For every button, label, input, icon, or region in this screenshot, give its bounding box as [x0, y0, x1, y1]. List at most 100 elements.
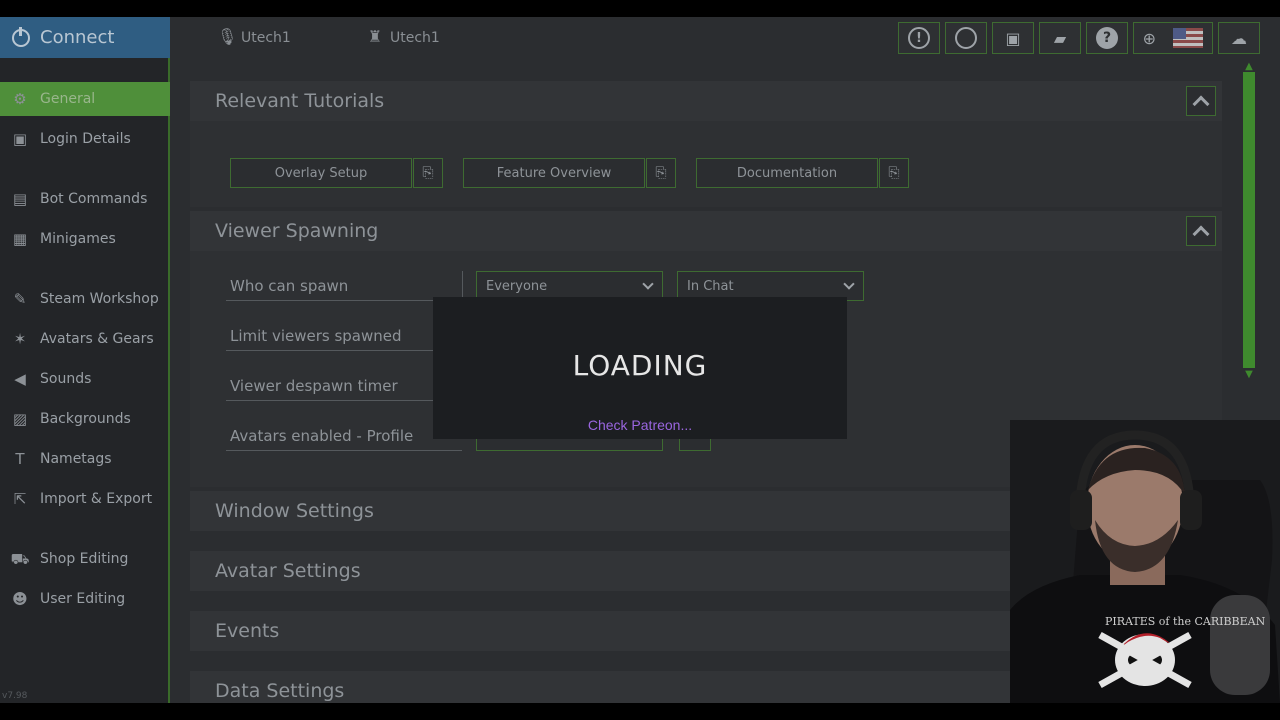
microphone-icon: 🎙 — [217, 27, 238, 46]
flag-icon — [1173, 28, 1204, 48]
folder-icon: ▰ — [1053, 28, 1067, 48]
bot-account[interactable]: ♜ Utech1 — [366, 27, 440, 49]
power-icon — [12, 26, 30, 47]
overlay-setup-button[interactable]: Overlay Setup — [230, 158, 412, 188]
sidebar-item-shop-editing[interactable]: ⛟ Shop Editing — [0, 542, 170, 576]
documentation-button[interactable]: Documentation — [696, 158, 878, 188]
clipboard-icon: ⎘ — [888, 165, 900, 181]
sidebar-item-label: Minigames — [40, 231, 116, 247]
scroll-thumb[interactable] — [1243, 72, 1255, 368]
sidebar-item-nametags[interactable]: T Nametags — [0, 442, 170, 476]
button-label: Overlay Setup — [274, 165, 368, 181]
field-who-can-spawn: Who can spawn — [226, 271, 462, 301]
field-label: Who can spawn — [230, 276, 349, 295]
open-folder-button[interactable]: ▰ — [1039, 22, 1081, 54]
field-label: Viewer despawn timer — [230, 376, 398, 395]
alert-icon: ! — [908, 27, 930, 49]
collapse-button[interactable] — [1186, 216, 1216, 246]
copy-link-button[interactable]: ⎘ — [879, 158, 909, 188]
help-button[interactable]: ? — [1086, 22, 1128, 54]
chevron-up-icon — [1192, 95, 1210, 113]
sidebar-item-label: General — [40, 91, 96, 107]
save-icon: ▣ — [1005, 28, 1021, 48]
help-icon: ? — [1096, 27, 1118, 49]
scroll-up-icon[interactable]: ▲ — [1243, 62, 1255, 72]
select-value: Everyone — [486, 278, 548, 294]
top-bar: 🎙 Utech1 ♜ Utech1 ! ▣ ▰ ? ⊕ ☁ — [172, 17, 1280, 58]
user-icon: ☻ — [12, 590, 28, 608]
svg-text:PIRATES of the CARIBBEAN: PIRATES of the CARIBBEAN — [1105, 615, 1266, 628]
refresh-icon — [955, 27, 977, 49]
sidebar-item-steam-workshop[interactable]: ✎ Steam Workshop — [0, 282, 170, 316]
chevron-up-icon — [1192, 225, 1210, 243]
sidebar-item-label: Import & Export — [40, 491, 153, 507]
sidebar-item-sounds[interactable]: ◀ Sounds — [0, 362, 170, 396]
cloud-button[interactable]: ☁ — [1218, 22, 1260, 54]
section-relevant-tutorials[interactable]: Relevant Tutorials — [190, 81, 1222, 121]
sidebar-item-import-export[interactable]: ⇱ Import & Export — [0, 482, 170, 516]
sidebar-item-label: Shop Editing — [40, 551, 129, 567]
sidebar-item-user-editing[interactable]: ☻ User Editing — [0, 582, 170, 616]
field-label: Avatars enabled - Profile — [230, 426, 414, 445]
webcam-overlay: PIRATES of the CARIBBEAN — [1010, 420, 1280, 703]
image-icon: ▨ — [12, 410, 28, 428]
sidebar-item-label: Bot Commands — [40, 191, 148, 207]
webcam-image: PIRATES of the CARIBBEAN — [1010, 420, 1280, 703]
loading-status: Check Patreon... — [587, 417, 693, 433]
clipboard-icon: ⎘ — [655, 165, 667, 181]
save-button[interactable]: ▣ — [992, 22, 1034, 54]
scroll-down-icon[interactable]: ▼ — [1243, 370, 1255, 380]
alert-button[interactable]: ! — [898, 22, 940, 54]
refresh-button[interactable] — [945, 22, 987, 54]
field-limit-viewers: Limit viewers spawned — [226, 321, 462, 351]
sidebar-item-bot-commands[interactable]: ▤ Bot Commands — [0, 182, 170, 216]
sidebar-item-general[interactable]: ⚙ General — [0, 82, 170, 116]
wrench-icon: ✎ — [13, 290, 27, 308]
connect-label: Connect — [40, 27, 115, 48]
sidebar-item-label: Nametags — [40, 451, 112, 467]
sidebar-item-label: Avatars & Gears — [40, 331, 154, 347]
robot-icon: ♜ — [367, 27, 383, 46]
clipboard-icon: ⎘ — [422, 165, 434, 181]
copy-link-button[interactable]: ⎘ — [646, 158, 676, 188]
bot-name: Utech1 — [390, 30, 440, 46]
sidebar-item-label: User Editing — [40, 591, 126, 607]
select-value: In Chat — [687, 278, 734, 294]
sidebar-item-login-details[interactable]: ▣ Login Details — [0, 122, 170, 156]
chevron-down-icon — [843, 278, 855, 290]
section-title: Relevant Tutorials — [215, 90, 385, 112]
globe-icon: ⊕ — [1142, 28, 1157, 48]
field-label: Limit viewers spawned — [230, 326, 402, 345]
sidebar-item-label: Login Details — [40, 131, 131, 147]
terminal-icon: ▤ — [12, 190, 28, 208]
streamer-name: Utech1 — [241, 30, 291, 46]
gamepad-icon: ▦ — [12, 230, 28, 248]
id-card-icon: ▣ — [12, 130, 28, 148]
button-label: Documentation — [736, 165, 838, 181]
sidebar-item-label: Steam Workshop — [40, 291, 159, 307]
connect-button[interactable]: Connect — [0, 17, 170, 58]
sidebar-item-backgrounds[interactable]: ▨ Backgrounds — [0, 402, 170, 436]
field-avatars-enabled: Avatars enabled - Profile — [226, 421, 462, 451]
section-title: Viewer Spawning — [215, 220, 379, 242]
sidebar: Connect ⚙ General ▣ Login Details ▤ Bot … — [0, 17, 170, 703]
sidebar-item-label: Backgrounds — [40, 411, 131, 427]
field-despawn-timer: Viewer despawn timer — [226, 371, 462, 401]
copy-link-button[interactable]: ⎘ — [413, 158, 443, 188]
section-title: Window Settings — [215, 500, 374, 522]
button-label: Feature Overview — [496, 165, 612, 181]
sidebar-item-label: Sounds — [40, 371, 92, 387]
figure-icon: ✶ — [13, 330, 27, 348]
speaker-icon: ◀ — [14, 370, 26, 388]
sidebar-item-avatars-gears[interactable]: ✶ Avatars & Gears — [0, 322, 170, 356]
language-button[interactable]: ⊕ — [1133, 22, 1213, 54]
section-title: Data Settings — [215, 680, 345, 702]
feature-overview-button[interactable]: Feature Overview — [463, 158, 645, 188]
streamer-account[interactable]: 🎙 Utech1 — [217, 27, 291, 49]
gear-icon: ⚙ — [13, 90, 27, 108]
collapse-button[interactable] — [1186, 86, 1216, 116]
section-viewer-spawning[interactable]: Viewer Spawning — [190, 211, 1222, 251]
cart-icon: ⛟ — [10, 550, 30, 568]
sidebar-item-minigames[interactable]: ▦ Minigames — [0, 222, 170, 256]
cloud-icon: ☁ — [1231, 28, 1247, 48]
